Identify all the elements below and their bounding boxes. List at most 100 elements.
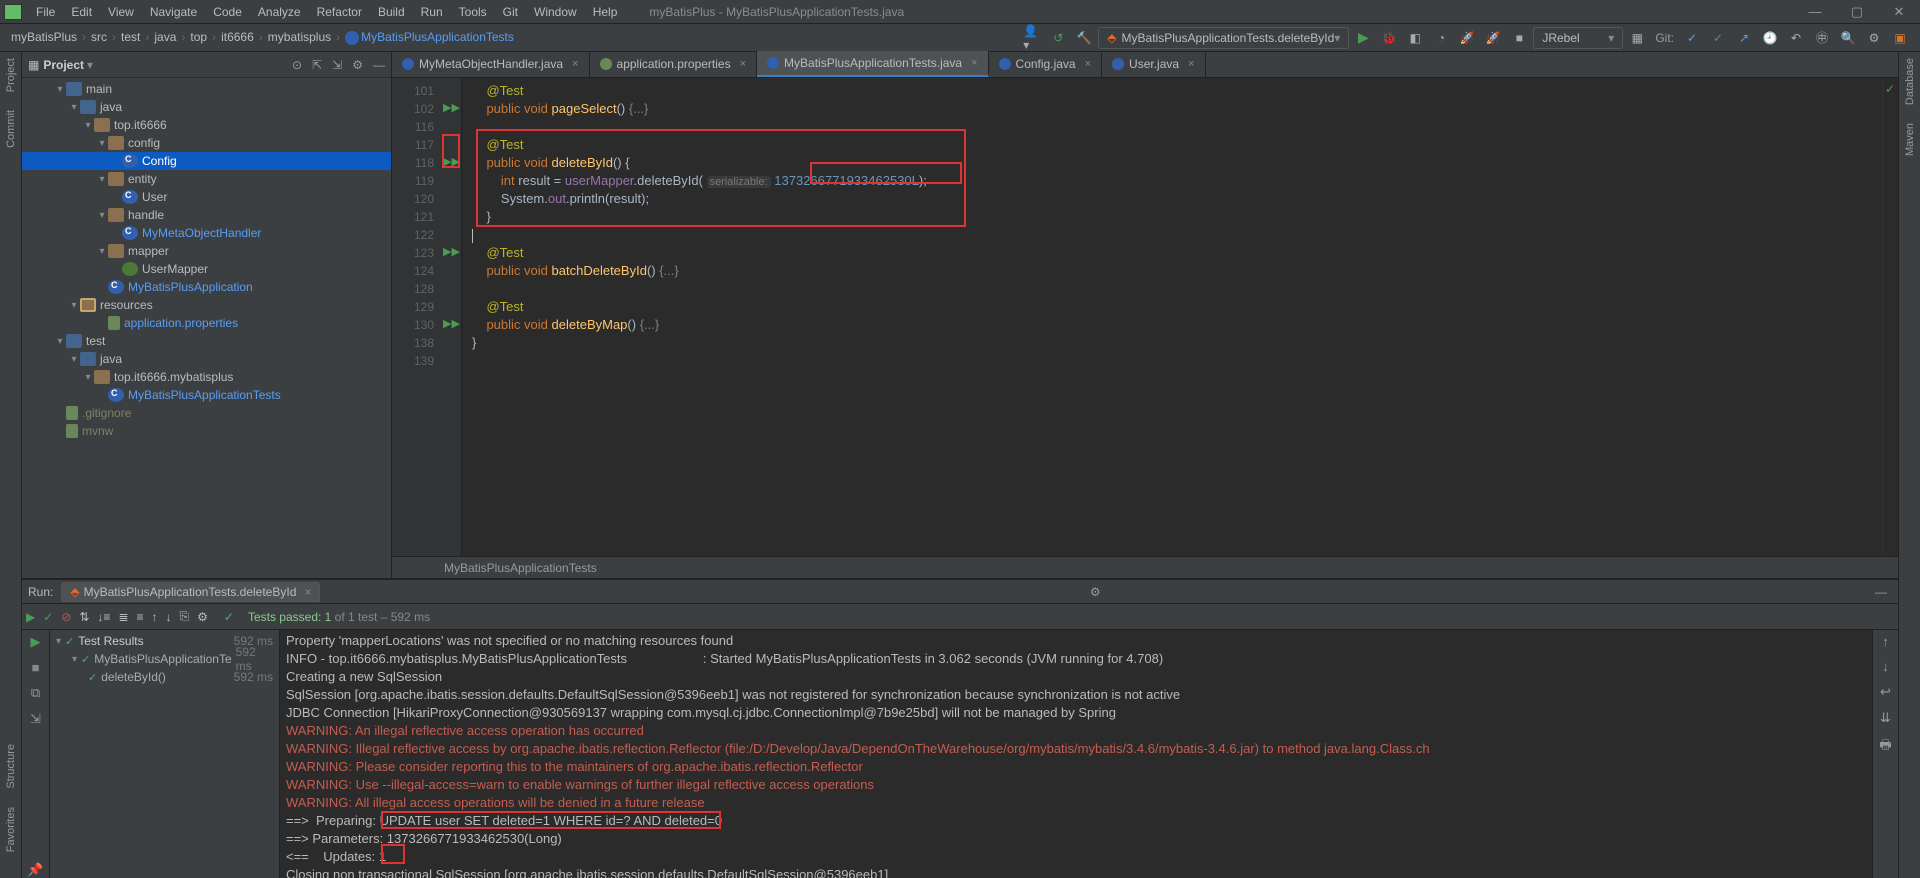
menu-code[interactable]: Code <box>205 5 250 19</box>
rerun-button[interactable]: ▶ <box>26 610 35 624</box>
project-tree[interactable]: ▾main▾java▾top.it6666▾configConfig▾entit… <box>22 78 391 578</box>
tree-node[interactable]: ▾java <box>22 98 391 116</box>
sync-icon[interactable]: ↺ <box>1049 29 1067 47</box>
toggle-tests-icon[interactable]: ✓ <box>43 610 53 624</box>
test-tree-node[interactable]: ✓deleteById()592 ms <box>50 668 279 686</box>
code-editor[interactable]: 1011021161171181191201211221231241281291… <box>392 78 1898 556</box>
close-tab-icon[interactable]: × <box>1188 58 1194 70</box>
export-icon[interactable]: ⎘ <box>180 609 190 624</box>
editor-breadcrumb[interactable]: MyBatisPlusApplicationTests <box>392 556 1898 578</box>
breadcrumb-item[interactable]: top <box>187 30 210 44</box>
breadcrumb-item[interactable]: test <box>118 30 143 44</box>
sort-icon[interactable]: ⇅ <box>79 610 89 624</box>
tree-node[interactable]: MyBatisPlusApplicationTests <box>22 386 391 404</box>
stop-side-button[interactable]: ■ <box>32 660 40 675</box>
menu-build[interactable]: Build <box>370 5 413 19</box>
run-button[interactable]: ▶ <box>1354 29 1372 47</box>
test-tree-node[interactable]: ▾✓MyBatisPlusApplicationTe592 ms <box>50 650 279 668</box>
prev-test-icon[interactable]: ↑ <box>152 610 158 624</box>
menu-window[interactable]: Window <box>526 5 585 19</box>
run-tab[interactable]: ⬘ MyBatisPlusApplicationTests.deleteById… <box>61 582 320 602</box>
jrebel-run-icon[interactable]: 🚀 <box>1458 29 1476 47</box>
panel-settings-icon[interactable]: ⚙ <box>352 58 363 72</box>
close-tab-icon[interactable]: × <box>1085 58 1091 70</box>
menu-refactor[interactable]: Refactor <box>309 5 370 19</box>
editor-tab[interactable]: MyBatisPlusApplicationTests.java× <box>757 51 989 77</box>
tree-node[interactable]: ▾top.it6666 <box>22 116 391 134</box>
expand-all-icon[interactable]: ⇱ <box>312 58 322 72</box>
tree-node[interactable]: MyBatisPlusApplication <box>22 278 391 296</box>
breadcrumb-item[interactable]: MyBatisPlusApplicationTests <box>342 30 517 45</box>
tree-node[interactable]: ▾entity <box>22 170 391 188</box>
tree-node[interactable]: Config <box>22 152 391 170</box>
scroll-bottom-icon[interactable]: ↓ <box>1882 659 1889 674</box>
editor-tab[interactable]: User.java× <box>1102 51 1205 77</box>
test-tree[interactable]: ▾✓Test Results592 ms▾✓MyBatisPlusApplica… <box>50 630 280 878</box>
more-icon[interactable]: ⚙ <box>197 610 208 624</box>
git-history-icon[interactable]: 🕘 <box>1761 29 1779 47</box>
git-push-icon[interactable]: ↗ <box>1735 29 1753 47</box>
hammer-icon[interactable]: 🔨 <box>1075 29 1093 47</box>
tree-node[interactable]: ▾resources <box>22 296 391 314</box>
menu-analyze[interactable]: Analyze <box>250 5 309 19</box>
breadcrumb-item[interactable]: myBatisPlus <box>8 30 80 44</box>
console-output[interactable]: Property 'mapperLocations' was not speci… <box>280 630 1872 878</box>
translate-icon[interactable]: ㊥ <box>1813 29 1831 47</box>
favorites-tool-tab[interactable]: Favorites <box>5 807 17 852</box>
breadcrumb-item[interactable]: it6666 <box>218 30 257 44</box>
run-settings-icon[interactable]: ⚙ <box>1085 585 1106 599</box>
close-tab-icon[interactable]: × <box>740 58 746 70</box>
gutter-run-icon[interactable]: ▶▶ <box>443 101 460 114</box>
run-gutter[interactable]: ▶▶▶▶▶▶▶▶ <box>440 78 462 556</box>
menu-tools[interactable]: Tools <box>451 5 495 19</box>
menu-edit[interactable]: Edit <box>63 5 100 19</box>
structure-tool-tab[interactable]: Structure <box>5 744 17 789</box>
debug-button[interactable]: 🐞 <box>1380 29 1398 47</box>
editor-tab[interactable]: MyMetaObjectHandler.java× <box>392 51 590 77</box>
gutter-run-icon[interactable]: ▶▶ <box>443 317 460 330</box>
tree-node[interactable]: UserMapper <box>22 260 391 278</box>
breadcrumb-item[interactable]: src <box>88 30 110 44</box>
layout-side-icon[interactable]: ⧉ <box>31 685 40 701</box>
tree-node[interactable]: ▾test <box>22 332 391 350</box>
gutter-run-icon[interactable]: ▶▶ <box>443 245 460 258</box>
tree-node[interactable]: ▾mapper <box>22 242 391 260</box>
editor-tab[interactable]: application.properties× <box>590 51 758 77</box>
close-button[interactable]: ✕ <box>1878 4 1920 20</box>
select-opened-file-icon[interactable]: ⊙ <box>292 58 302 72</box>
tree-node[interactable]: ▾handle <box>22 206 391 224</box>
menu-run[interactable]: Run <box>413 5 451 19</box>
jrebel-selector[interactable]: JRebel▾ <box>1533 27 1623 49</box>
menu-navigate[interactable]: Navigate <box>142 5 205 19</box>
database-tool-tab[interactable]: Database <box>1904 58 1916 105</box>
pin-icon[interactable]: 📌 <box>27 862 43 878</box>
profile-button[interactable]: ◔ <box>1432 29 1450 47</box>
run-hide-icon[interactable]: — <box>1870 585 1892 599</box>
collapse-all-icon[interactable]: ⇲ <box>332 58 342 72</box>
breadcrumb-item[interactable]: mybatisplus <box>265 30 334 44</box>
tree-node[interactable]: ▾main <box>22 80 391 98</box>
menu-help[interactable]: Help <box>585 5 626 19</box>
attach-icon[interactable]: ▦ <box>1628 29 1646 47</box>
next-test-icon[interactable]: ↓ <box>166 610 172 624</box>
user-icon[interactable]: 👤▾ <box>1023 29 1041 47</box>
inspection-ok-icon[interactable]: ✓ <box>1885 82 1895 96</box>
print-icon[interactable]: 🖶 <box>1879 736 1891 758</box>
tree-node[interactable]: MyMetaObjectHandler <box>22 224 391 242</box>
collapse-icon[interactable]: ≡ <box>137 610 144 624</box>
menu-view[interactable]: View <box>100 5 142 19</box>
pin-side-icon[interactable]: ⇲ <box>30 711 41 727</box>
soft-wrap-icon[interactable]: ↩ <box>1880 684 1891 700</box>
maven-tool-tab[interactable]: Maven <box>1904 123 1916 156</box>
code-content[interactable]: @Test public void pageSelect() {...} @Te… <box>462 78 1882 556</box>
toggle-failed-icon[interactable]: ⊘ <box>61 610 71 624</box>
run-config-selector[interactable]: ⬘ MyBatisPlusApplicationTests.deleteById… <box>1098 27 1349 49</box>
tree-node[interactable]: User <box>22 188 391 206</box>
tree-node[interactable]: ▾java <box>22 350 391 368</box>
git-commit-icon[interactable]: ✓ <box>1709 29 1727 47</box>
rerun-side-button[interactable]: ▶ <box>31 634 41 650</box>
git-rollback-icon[interactable]: ↶ <box>1787 29 1805 47</box>
scroll-top-icon[interactable]: ↑ <box>1882 634 1889 649</box>
tree-node[interactable]: ▾config <box>22 134 391 152</box>
expand-icon[interactable]: ≣ <box>118 610 128 624</box>
